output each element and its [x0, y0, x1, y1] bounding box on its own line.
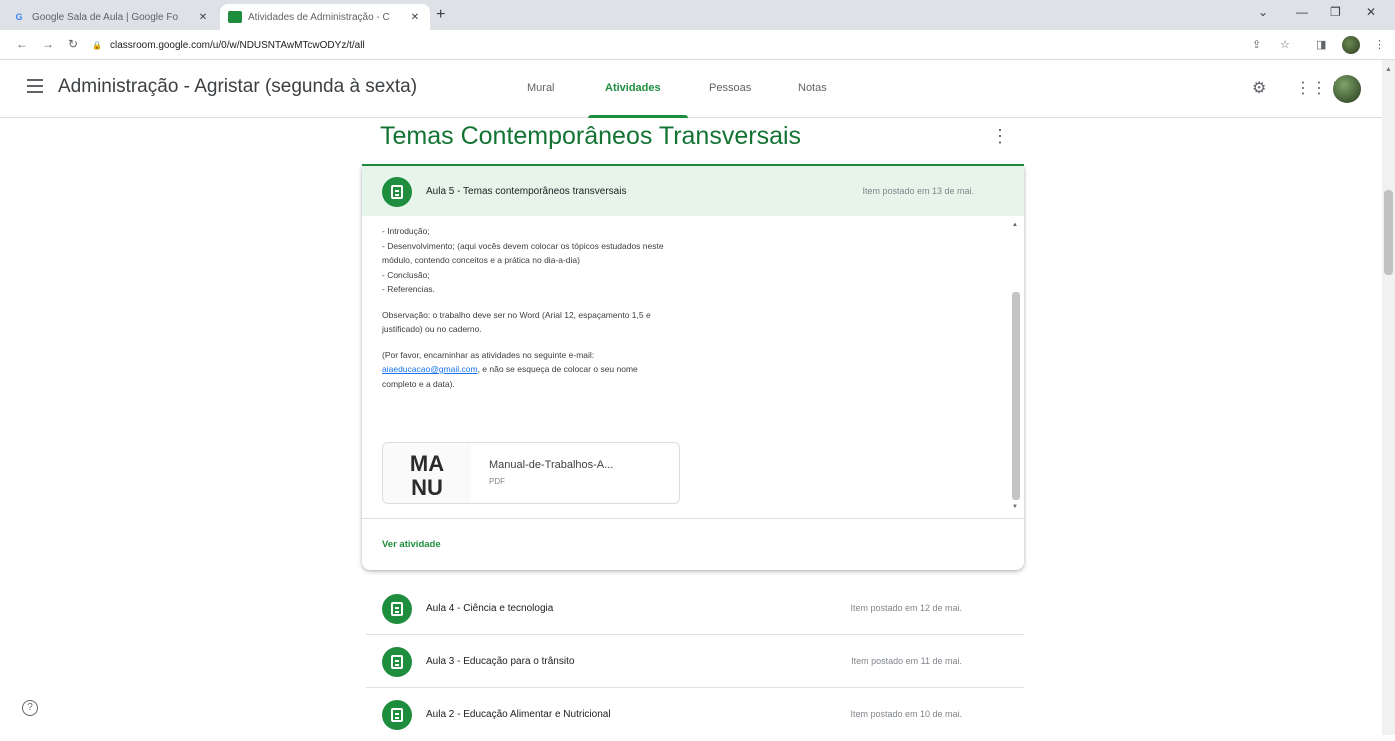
- url-field[interactable]: 🔒 classroom.google.com/u/0/w/NDUSNTAwMTc…: [92, 35, 1242, 55]
- see-activity-link[interactable]: Ver atividade: [382, 539, 441, 550]
- row-divider: [366, 634, 1024, 635]
- tab-atividades[interactable]: Atividades: [605, 82, 661, 94]
- attachment-type: PDF: [489, 477, 505, 486]
- assignment-title[interactable]: Aula 5 - Temas contemporâneos transversa…: [426, 186, 626, 197]
- help-icon[interactable]: ?: [22, 700, 38, 716]
- assignment-footer: Ver atividade: [362, 518, 1024, 570]
- assignment-icon: [382, 594, 412, 624]
- pdf-attachment[interactable]: MA NU Manual-de-Trabalhos-A... PDF: [382, 442, 680, 504]
- settings-gear-icon[interactable]: ⚙: [1252, 78, 1266, 98]
- tab-title: Google Sala de Aula | Google Fo: [32, 11, 179, 23]
- assignment-title[interactable]: Aula 2 - Educação Alimentar e Nutriciona…: [426, 709, 611, 720]
- tab-pessoas[interactable]: Pessoas: [709, 82, 751, 94]
- class-title[interactable]: Administração - Agristar (segunda à sext…: [58, 76, 417, 98]
- minimize-icon[interactable]: —: [1296, 5, 1308, 19]
- url-text: classroom.google.com/u/0/w/NDUSNTAwMTcwO…: [109, 39, 365, 51]
- classroom-header: Administração - Agristar (segunda à sext…: [0, 60, 1395, 118]
- thumb-text: NU: [411, 475, 443, 500]
- topic-title: Temas Contemporâneos Transversais: [380, 122, 802, 150]
- active-tab-indicator: [588, 115, 688, 118]
- scroll-down-icon[interactable]: ▼: [1012, 504, 1018, 510]
- address-bar: ← → ↻ 🔒 classroom.google.com/u/0/w/NDUSN…: [0, 30, 1395, 60]
- profile-avatar[interactable]: [1342, 36, 1360, 54]
- assignment-posted-date: Item postado em 12 de mai.: [850, 603, 962, 613]
- bookmark-star-icon[interactable]: ☆: [1280, 38, 1290, 51]
- restore-icon[interactable]: ❐: [1330, 5, 1341, 19]
- assignment-title[interactable]: Aula 4 - Ciência e tecnologia: [426, 603, 553, 614]
- assignment-description: - Introdução; - Desenvolvimento; (aqui v…: [362, 216, 1024, 518]
- attachment-name[interactable]: Manual-de-Trabalhos-A...: [489, 459, 613, 471]
- description-text: - Introdução; - Desenvolvimento; (aqui v…: [382, 224, 782, 402]
- window-close-icon[interactable]: ✕: [1366, 5, 1376, 19]
- new-tab-button[interactable]: +: [436, 6, 445, 24]
- description-line: - Conclusão;: [382, 269, 430, 280]
- tab-title: Atividades de Administração - C: [248, 11, 390, 23]
- assignment-posted-date: Item postado em 13 de mai.: [862, 186, 974, 196]
- description-line: módulo, contendo conceitos e a prática n…: [382, 255, 580, 265]
- browser-tab-classroom[interactable]: G Google Sala de Aula | Google Fo ✕: [4, 4, 218, 30]
- assignment-icon: [382, 700, 412, 730]
- email-link[interactable]: aiaeducacao@gmail.com: [382, 364, 478, 374]
- tab-mural[interactable]: Mural: [527, 82, 555, 94]
- google-icon: G: [15, 12, 23, 22]
- tab-search-icon[interactable]: ⌄: [1258, 5, 1268, 19]
- browser-tab-atividades[interactable]: Atividades de Administração - C ✕: [220, 4, 430, 30]
- reload-icon[interactable]: ↻: [68, 37, 78, 51]
- assignment-posted-date: Item postado em 11 de mai.: [851, 656, 962, 666]
- browser-tab-strip: G Google Sala de Aula | Google Fo ✕ Ativ…: [0, 0, 1395, 30]
- page-scrollbar[interactable]: ▲: [1382, 60, 1395, 735]
- assignment-header[interactable]: Aula 5 - Temas contemporâneos transversa…: [362, 166, 1024, 216]
- description-line: - Referencias.: [382, 284, 435, 294]
- more-vert-icon[interactable]: ⋮: [990, 126, 1010, 150]
- request-line: completo e a data).: [382, 378, 455, 389]
- assignment-title[interactable]: Aula 3 - Educação para o trânsito: [426, 656, 574, 667]
- scroll-up-icon[interactable]: ▲: [1012, 222, 1018, 228]
- classroom-icon: [228, 11, 242, 23]
- close-icon[interactable]: ✕: [196, 12, 210, 23]
- thumb-text: MA: [410, 451, 444, 476]
- close-icon[interactable]: ✕: [408, 12, 422, 23]
- assignment-row[interactable]: Aula 2 - Educação Alimentar e Nutriciona…: [366, 689, 1024, 741]
- description-scrollbar[interactable]: ▲ ▼: [1010, 222, 1020, 514]
- assignment-icon: [382, 647, 412, 677]
- request-line: (Por favor, encaminhar as atividades no …: [382, 349, 595, 360]
- forward-icon[interactable]: →: [42, 37, 54, 51]
- tab-notas[interactable]: Notas: [798, 82, 827, 94]
- scrollbar-thumb[interactable]: [1012, 292, 1020, 500]
- back-icon[interactable]: ←: [16, 37, 28, 51]
- description-line: - Desenvolvimento; (aqui vocês devem col…: [382, 240, 664, 251]
- lock-icon: 🔒: [92, 40, 102, 50]
- description-line: - Introdução;: [382, 226, 430, 236]
- scroll-up-icon[interactable]: ▲: [1385, 66, 1392, 73]
- observation-line: Observação: o trabalho deve ser no Word …: [382, 309, 651, 320]
- observation-line: justificado) ou no caderno.: [382, 324, 482, 334]
- assignment-row[interactable]: Aula 4 - Ciência e tecnologia Item posta…: [366, 583, 1024, 635]
- assignment-posted-date: Item postado em 10 de mai.: [850, 709, 962, 719]
- row-divider: [366, 687, 1024, 688]
- assignment-row[interactable]: Aula 3 - Educação para o trânsito Item p…: [366, 636, 1024, 688]
- expanded-assignment-card: Aula 5 - Temas contemporâneos transversa…: [362, 166, 1024, 570]
- browser-menu-icon[interactable]: ⋮: [1374, 38, 1385, 51]
- avatar[interactable]: [1333, 75, 1361, 103]
- scrollbar-thumb[interactable]: [1384, 190, 1393, 275]
- request-line: , e não se esqueça de colocar o seu nome: [477, 364, 638, 374]
- reading-list-icon[interactable]: ◨: [1316, 38, 1326, 51]
- assignment-icon: [382, 177, 412, 207]
- attachment-thumbnail: MA NU: [383, 443, 471, 503]
- hamburger-menu-icon[interactable]: [27, 79, 43, 93]
- share-icon[interactable]: ⇪: [1252, 38, 1261, 51]
